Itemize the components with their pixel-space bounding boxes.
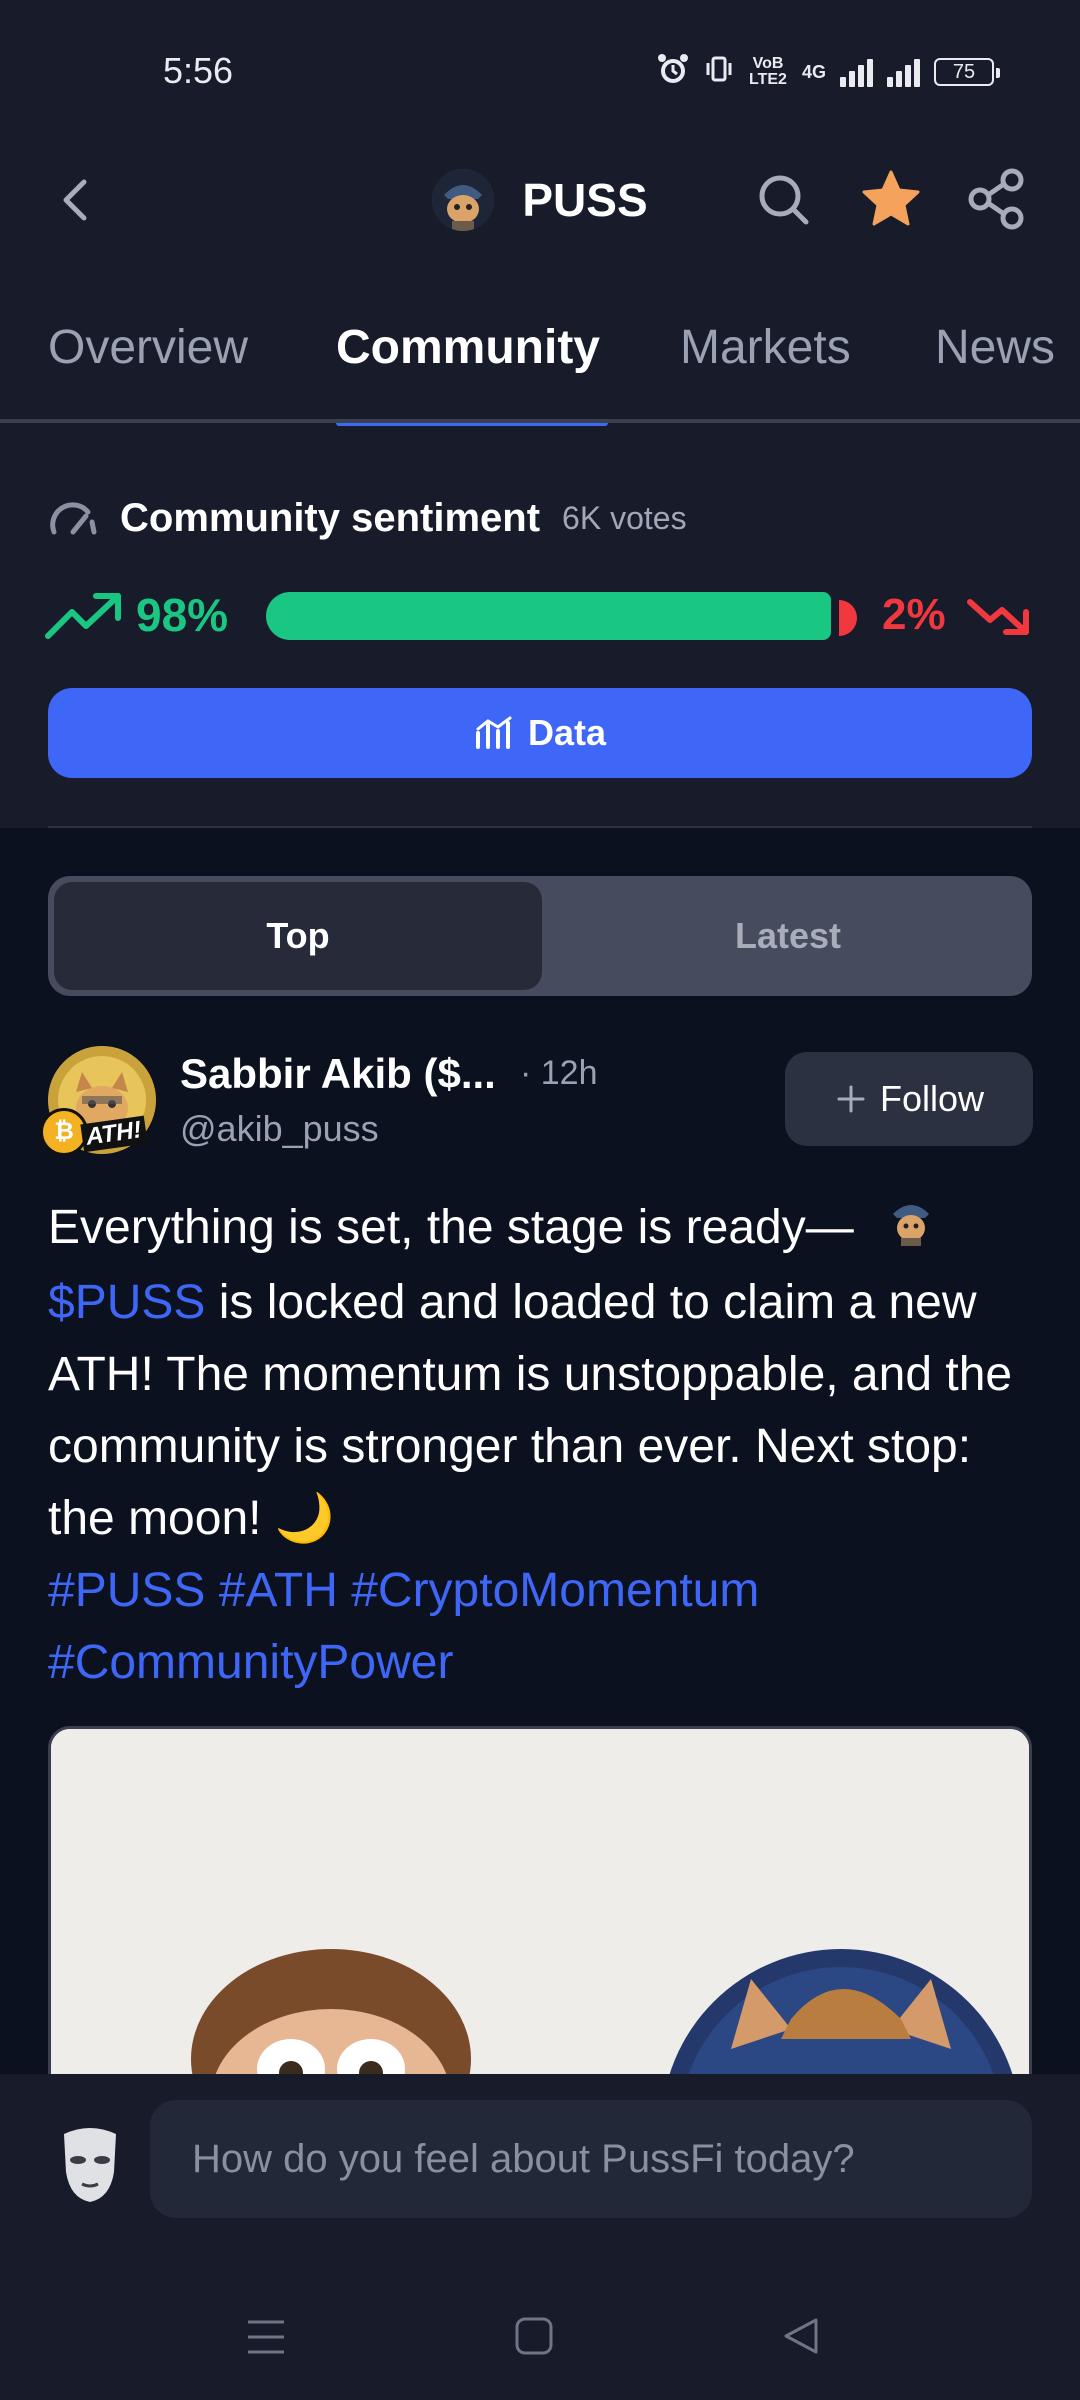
- tabs-divider: [0, 419, 1080, 423]
- tab-overview[interactable]: Overview: [48, 320, 248, 375]
- segment-latest[interactable]: Latest: [544, 876, 1032, 996]
- status-icons: VoB LTE2 4G 75: [656, 50, 1000, 94]
- volte-label: VoB LTE2: [749, 55, 787, 88]
- section-divider: [48, 826, 1032, 828]
- hashtags-line-2[interactable]: #CommunityPower: [48, 1636, 453, 1689]
- feed-segment-control: Top Latest: [48, 876, 1032, 996]
- chart-icon: [475, 716, 512, 749]
- follow-label: Follow: [879, 1078, 985, 1119]
- author-handle[interactable]: @akib_puss: [180, 1108, 379, 1150]
- hashtags-line-1[interactable]: #PUSS #ATH #CryptoMomentum: [48, 1564, 759, 1617]
- puss-emoji-icon: [887, 1194, 935, 1267]
- sentiment-bar-row: 98% 2%: [44, 584, 1036, 650]
- tab-bar: Overview Community Markets News: [0, 320, 1080, 426]
- gauge-icon: [50, 502, 97, 535]
- composer-input[interactable]: How do you feel about PussFi today?: [150, 2100, 1032, 2218]
- tab-community[interactable]: Community: [336, 320, 600, 375]
- battery-icon: 75: [934, 58, 1000, 86]
- favorite-button[interactable]: [858, 166, 924, 232]
- bearish-bar: [839, 600, 857, 636]
- menu-icon[interactable]: [246, 2318, 286, 2356]
- search-button[interactable]: [752, 168, 816, 232]
- bullish-percent: 98%: [136, 589, 229, 641]
- sentiment-title: Community sentiment: [120, 495, 541, 540]
- back-triangle-icon[interactable]: [780, 2316, 820, 2356]
- signal-icon-1: [840, 57, 873, 87]
- star-icon: [862, 170, 920, 226]
- author-name[interactable]: Sabbir Akib ($...: [180, 1050, 496, 1098]
- post-image[interactable]: [48, 1726, 1032, 2126]
- cashtag-link[interactable]: $PUSS: [48, 1276, 205, 1329]
- search-icon: [759, 175, 809, 225]
- home-square-icon[interactable]: [514, 2316, 554, 2356]
- post-time: · 12h: [520, 1054, 598, 1092]
- post-body: Everything is set, the stage is ready— $…: [48, 1192, 1048, 1699]
- system-nav-bar: [0, 2280, 1080, 2390]
- signal-icon-2: [887, 57, 920, 87]
- data-button-label: Data: [527, 712, 607, 753]
- vibrate-icon: [704, 54, 734, 90]
- battery-level: 75: [952, 60, 976, 83]
- follow-button[interactable]: Follow: [785, 1052, 1033, 1146]
- share-button[interactable]: [964, 166, 1030, 232]
- sentiment-votes: 6K votes: [562, 499, 687, 536]
- network-label: 4G: [801, 61, 826, 82]
- plus-icon: [837, 1085, 865, 1113]
- status-time: 5:56: [163, 50, 234, 91]
- bearish-percent: 2%: [882, 590, 946, 639]
- coin-title: PUSS: [522, 174, 648, 226]
- trend-up-icon: [45, 593, 121, 639]
- tab-markets[interactable]: Markets: [680, 320, 851, 375]
- sentiment-header: Community sentiment 6K votes: [48, 490, 687, 546]
- bullish-bar: [266, 592, 831, 640]
- tab-news[interactable]: News: [935, 320, 1055, 375]
- puss-coin-logo: [432, 169, 495, 231]
- trend-down-icon: [967, 599, 1029, 635]
- mask-icon: [54, 2124, 126, 2204]
- segment-top[interactable]: Top: [54, 882, 542, 990]
- alarm-icon: [656, 52, 690, 92]
- post-text-1: Everything is set, the stage is ready—: [48, 1201, 854, 1254]
- data-button[interactable]: Data: [48, 688, 1032, 778]
- share-icon: [968, 168, 1024, 230]
